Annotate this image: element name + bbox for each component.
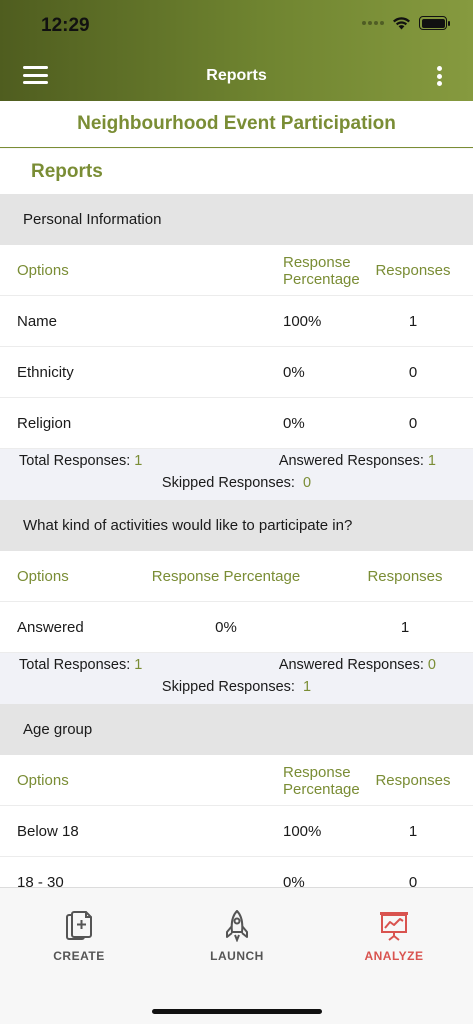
table-row: 18 - 30 0% 0: [0, 857, 473, 887]
answered-responses: Answered Responses: 1: [278, 453, 436, 469]
row-option: 18 - 30: [17, 874, 64, 887]
row-responses: 0: [408, 364, 418, 381]
row-percentage: 0%: [283, 874, 305, 887]
total-responses: Total Responses: 1: [19, 453, 143, 469]
report-scroll-view[interactable]: Reports Personal Information Options Res…: [0, 149, 473, 887]
table-row: Religion 0% 0: [0, 398, 473, 449]
response-summary: Total Responses: 1 Answered Responses: 1…: [0, 449, 473, 500]
survey-title: Neighbourhood Event Participation: [0, 101, 473, 148]
status-time: 12:29: [41, 15, 90, 36]
tab-create[interactable]: CREATE: [19, 910, 139, 963]
total-responses: Total Responses: 1: [19, 657, 143, 673]
rocket-icon: [226, 910, 248, 942]
table-header-row: Options Response Percentage Responses: [0, 551, 473, 602]
row-percentage: 100%: [283, 823, 322, 840]
header-percentage: Response Percentage: [283, 253, 360, 288]
header-responses: Responses: [367, 568, 443, 585]
row-responses: 0: [408, 874, 418, 887]
kebab-icon[interactable]: [436, 66, 442, 86]
header-options: Options: [17, 772, 69, 789]
page-title: Reports: [206, 67, 267, 84]
row-responses: 1: [400, 619, 410, 636]
table-row: Ethnicity 0% 0: [0, 347, 473, 398]
tab-analyze-label: ANALYZE: [364, 949, 424, 963]
top-bar: 12:29 Reports: [0, 0, 473, 101]
header-responses: Responses: [375, 772, 451, 789]
row-percentage: 0%: [283, 364, 305, 381]
answered-responses: Answered Responses: 0: [278, 657, 436, 673]
row-option: Answered: [17, 619, 84, 636]
row-option: Name: [17, 313, 58, 330]
tab-analyze[interactable]: ANALYZE: [334, 910, 454, 963]
tab-launch-label: LAUNCH: [210, 949, 264, 963]
header-percentage: Response Percentage: [151, 568, 301, 585]
row-responses: 0: [408, 415, 418, 432]
table-header-row: Options Response Percentage Responses: [0, 755, 473, 806]
row-responses: 1: [408, 823, 418, 840]
navigation-bar: Reports: [0, 50, 473, 101]
document-add-icon: [66, 911, 92, 940]
status-icons: [362, 16, 450, 30]
question-header: Age group: [0, 704, 473, 755]
header-responses: Responses: [375, 262, 451, 279]
row-option: Below 18: [17, 823, 79, 840]
tab-launch[interactable]: LAUNCH: [177, 910, 297, 963]
row-option: Religion: [17, 415, 72, 432]
header-options: Options: [17, 568, 69, 585]
question-header: What kind of activities would like to pa…: [0, 500, 473, 551]
header-percentage: Response Percentage: [283, 763, 360, 798]
table-row: Below 18 100% 1: [0, 806, 473, 857]
presentation-chart-icon: [380, 912, 408, 941]
response-summary: Total Responses: 1 Answered Responses: 0…: [0, 653, 473, 704]
signal-icon: [362, 21, 384, 25]
table-header-row: Options Response Percentage Responses: [0, 245, 473, 296]
status-bar: 12:29: [0, 0, 473, 50]
row-responses: 1: [408, 313, 418, 330]
header-options: Options: [17, 262, 69, 279]
row-percentage: 0%: [215, 619, 237, 636]
battery-icon: [419, 16, 450, 30]
table-row: Name 100% 1: [0, 296, 473, 347]
reports-heading: Reports: [0, 149, 473, 194]
bottom-tab-bar: CREATE LAUNCH ANALYZE: [0, 887, 473, 986]
home-indicator[interactable]: [152, 1009, 322, 1014]
wifi-icon: [393, 17, 410, 30]
tab-create-label: CREATE: [53, 949, 105, 963]
row-percentage: 0%: [283, 415, 305, 432]
question-header: Personal Information: [0, 194, 473, 245]
skipped-responses: Skipped Responses: 0: [161, 475, 312, 491]
row-percentage: 100%: [283, 313, 322, 330]
table-row: Answered 0% 1: [0, 602, 473, 653]
row-option: Ethnicity: [17, 364, 74, 381]
skipped-responses: Skipped Responses: 1: [161, 679, 312, 695]
